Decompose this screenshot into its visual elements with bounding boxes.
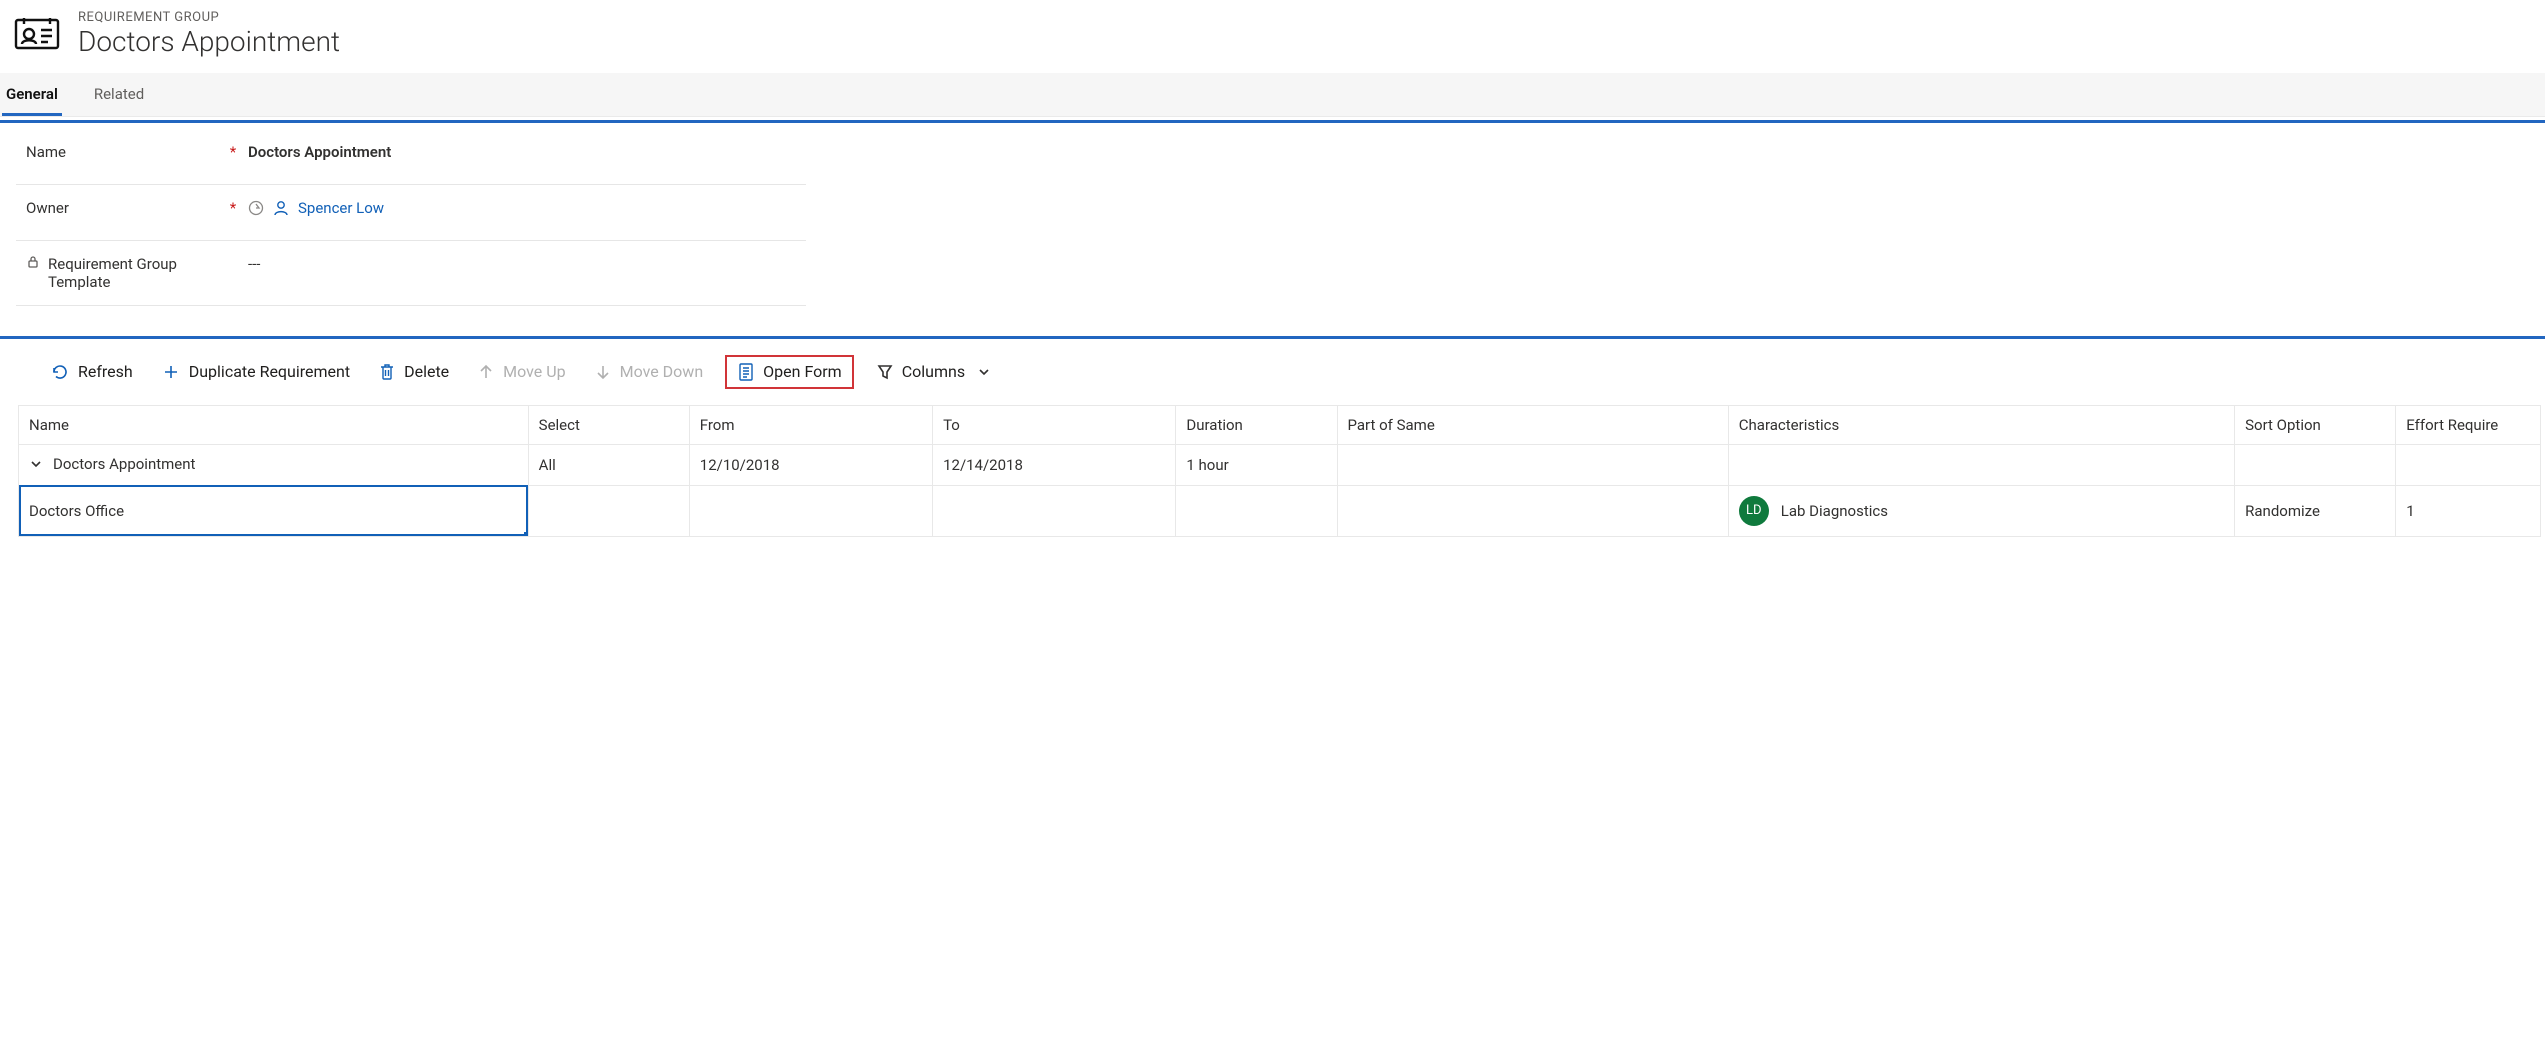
tab-general[interactable]: General (2, 73, 62, 116)
form-section: Name * Doctors Appointment Owner * Spenc… (0, 120, 2545, 332)
column-sort-option[interactable]: Sort Option (2235, 405, 2396, 444)
row1-select[interactable] (528, 485, 689, 536)
column-duration[interactable]: Duration (1176, 405, 1337, 444)
row0-effort[interactable] (2396, 444, 2541, 485)
row1-from[interactable] (689, 485, 932, 536)
row0-name: Doctors Appointment (53, 455, 195, 473)
table-row[interactable]: Doctors Office LD Lab Diagnostics Random… (19, 485, 2541, 536)
open-form-button[interactable]: Open Form (725, 355, 854, 389)
row0-duration[interactable]: 1 hour (1176, 444, 1337, 485)
refresh-button[interactable]: Refresh (44, 358, 139, 386)
column-part-of-same[interactable]: Part of Same (1337, 405, 1728, 444)
duplicate-button[interactable]: Duplicate Requirement (155, 358, 356, 386)
column-from[interactable]: From (689, 405, 932, 444)
name-label: Name (26, 143, 66, 161)
row1-duration[interactable] (1176, 485, 1337, 536)
move-up-button: Move Up (471, 358, 571, 386)
required-asterisk-icon: * (226, 143, 240, 161)
columns-button[interactable]: Columns (870, 358, 997, 386)
row0-part[interactable] (1337, 444, 1728, 485)
template-label: Requirement Group Template (48, 255, 226, 291)
name-value[interactable]: Doctors Appointment (240, 143, 391, 161)
row1-name-cell[interactable]: Doctors Office (19, 485, 529, 536)
row1-effort[interactable]: 1 (2396, 485, 2541, 536)
move-up-label: Move Up (503, 362, 565, 381)
field-name: Name * Doctors Appointment (16, 129, 806, 185)
row1-char-cell[interactable]: LD Lab Diagnostics (1728, 485, 2234, 536)
table-header-row: Name Select From To Duration Part of Sam… (19, 405, 2541, 444)
entity-icon (14, 14, 60, 58)
owner-label: Owner (26, 199, 69, 217)
row1-name: Doctors Office (29, 502, 124, 520)
column-select[interactable]: Select (528, 405, 689, 444)
spacer (226, 255, 240, 273)
duplicate-label: Duplicate Requirement (189, 362, 350, 381)
tab-related[interactable]: Related (90, 73, 148, 116)
row1-sort[interactable]: Randomize (2235, 485, 2396, 536)
row0-sort[interactable] (2235, 444, 2396, 485)
row1-part[interactable] (1337, 485, 1728, 536)
delete-label: Delete (404, 362, 449, 381)
row1-char: Lab Diagnostics (1781, 502, 1888, 520)
chevron-down-icon[interactable] (29, 457, 43, 471)
row0-char[interactable] (1728, 444, 2234, 485)
subgrid-section: Refresh Duplicate Requirement Delete Mov… (0, 336, 2545, 537)
column-characteristics[interactable]: Characteristics (1728, 405, 2234, 444)
move-down-label: Move Down (620, 362, 704, 381)
chevron-down-icon (977, 365, 991, 379)
row0-to[interactable]: 12/14/2018 (933, 444, 1176, 485)
table-row[interactable]: Doctors Appointment All 12/10/2018 12/14… (19, 444, 2541, 485)
refresh-label: Refresh (78, 362, 133, 381)
requirements-table: Name Select From To Duration Part of Sam… (18, 405, 2541, 537)
columns-label: Columns (902, 362, 965, 381)
page-title: Doctors Appointment (78, 25, 340, 59)
field-template: Requirement Group Template --- (16, 241, 806, 306)
person-icon (272, 199, 290, 217)
delete-button[interactable]: Delete (372, 358, 455, 386)
column-name[interactable]: Name (19, 405, 529, 444)
characteristic-badge: LD (1739, 496, 1769, 526)
column-effort-required[interactable]: Effort Require (2396, 405, 2541, 444)
row1-to[interactable] (933, 485, 1176, 536)
open-form-label: Open Form (763, 362, 842, 381)
owner-link[interactable]: Spencer Low (298, 199, 384, 217)
page-header: REQUIREMENT GROUP Doctors Appointment (0, 0, 2545, 73)
subgrid-toolbar: Refresh Duplicate Requirement Delete Mov… (0, 339, 2545, 405)
info-icon (248, 200, 264, 216)
field-owner: Owner * Spencer Low (16, 185, 806, 241)
row0-from[interactable]: 12/10/2018 (689, 444, 932, 485)
entity-type-label: REQUIREMENT GROUP (78, 10, 340, 25)
move-down-button: Move Down (588, 358, 710, 386)
lock-icon (26, 255, 40, 269)
template-value: --- (240, 255, 260, 273)
row0-select[interactable]: All (528, 444, 689, 485)
required-asterisk-icon: * (226, 199, 240, 217)
tab-bar: General Related (0, 73, 2545, 117)
column-to[interactable]: To (933, 405, 1176, 444)
